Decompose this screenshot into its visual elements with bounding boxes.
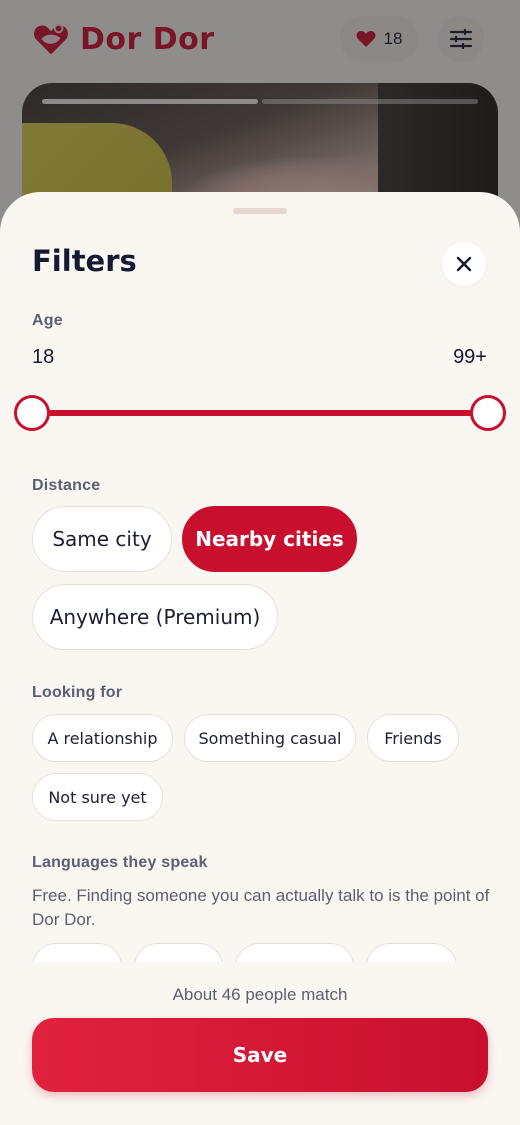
looking-for-chip-friends[interactable]: Friends: [367, 714, 459, 762]
distance-label: Distance: [32, 477, 101, 494]
match-count-text: About 46 people match: [172, 985, 348, 1004]
age-min-value: 18: [32, 346, 55, 368]
age-min-handle[interactable]: [14, 395, 50, 431]
distance-chip-anywhere[interactable]: Anywhere (Premium): [32, 584, 278, 650]
looking-for-chip-casual[interactable]: Something casual: [184, 714, 356, 762]
filters-sheet: Filters Age 18 99+ Distance Same city Ne…: [0, 192, 520, 1125]
looking-for-chip-not-sure[interactable]: Not sure yet: [32, 773, 163, 821]
close-button[interactable]: [442, 242, 486, 286]
distance-chip-nearby-cities[interactable]: Nearby cities: [182, 506, 357, 572]
close-icon: [456, 256, 472, 272]
age-max-handle[interactable]: [470, 395, 506, 431]
looking-for-chip-relationship[interactable]: A relationship: [32, 714, 173, 762]
languages-description: Free. Finding someone you can actually t…: [32, 886, 490, 929]
age-label: Age: [32, 312, 63, 329]
languages-label: Languages they speak: [32, 854, 208, 871]
age-range-track[interactable]: [32, 410, 488, 416]
distance-chip-same-city[interactable]: Same city: [32, 506, 172, 572]
save-button[interactable]: Save: [32, 1018, 488, 1092]
sheet-grabber[interactable]: [233, 208, 287, 214]
sheet-title: Filters: [32, 244, 137, 278]
age-max-value: 99+: [453, 346, 487, 368]
looking-for-label: Looking for: [32, 684, 123, 701]
